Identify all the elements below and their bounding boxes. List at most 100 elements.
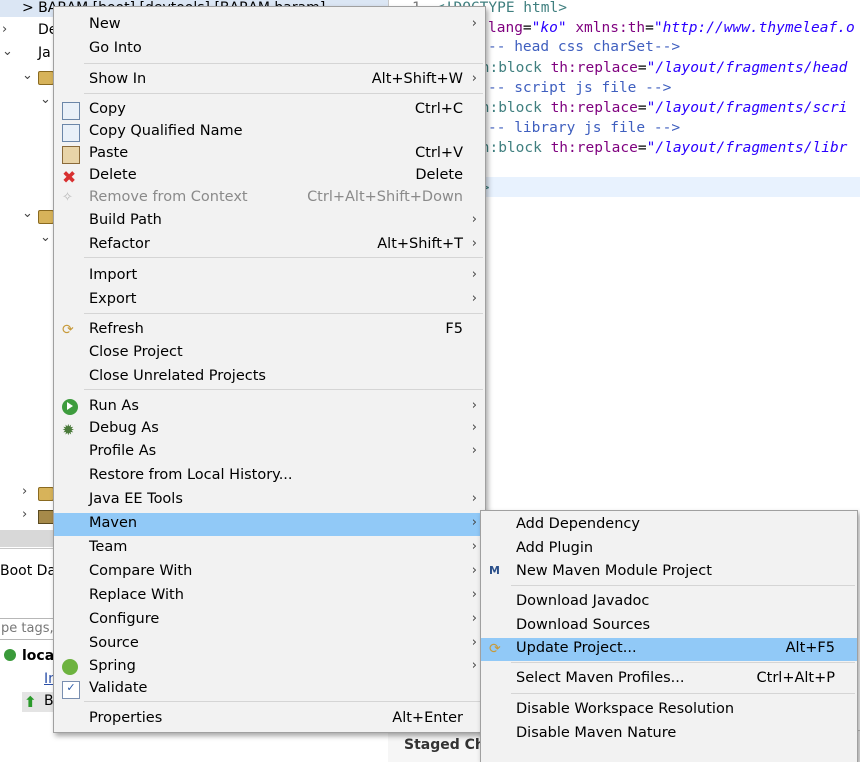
- menu-item-shortcut: Ctrl+V: [415, 145, 463, 161]
- menu-item-java-ee-tools[interactable]: Java EE Tools ›: [54, 489, 485, 512]
- menu-item-build-path[interactable]: Build Path ›: [54, 210, 485, 233]
- menu-item-label: Disable Workspace Resolution: [516, 701, 735, 717]
- menu-item-new-maven-module-project[interactable]: M New Maven Module Project: [481, 561, 857, 584]
- menu-item-label: Paste: [89, 145, 129, 161]
- menu-item-label: Build Path: [89, 212, 162, 228]
- menu-item-label: Source: [89, 635, 139, 651]
- boot-dashboard-tab[interactable]: Boot Da: [0, 563, 56, 579]
- menu-item-maven[interactable]: Maven ›: [54, 513, 485, 536]
- project-context-menu: New › Go Into Show In Alt+Shift+W › Copy Ctrl+C…: [53, 6, 486, 733]
- menu-item-properties[interactable]: Properties Alt+Enter: [54, 708, 485, 731]
- submenu-arrow-icon: ›: [471, 515, 477, 530]
- collapse-chevron-icon[interactable]: ⌄: [22, 206, 33, 221]
- menu-item-label: Select Maven Profiles...: [516, 670, 685, 686]
- menu-item-label: Properties: [89, 710, 163, 726]
- menu-item-shortcut: Ctrl+C: [414, 101, 463, 117]
- menu-item-shortcut: Alt+Enter: [392, 710, 463, 726]
- submenu-arrow-icon: ›: [471, 443, 477, 458]
- submenu-arrow-icon: ›: [471, 212, 477, 227]
- menu-item-disable-maven-nature[interactable]: Disable Maven Nature: [481, 723, 857, 746]
- package-folder-icon: [38, 210, 54, 224]
- menu-item-team[interactable]: Team ›: [54, 537, 485, 560]
- code-token: =: [637, 140, 647, 156]
- menu-item-close-unrelated-projects[interactable]: Close Unrelated Projects: [54, 366, 485, 389]
- menu-separator: [84, 701, 483, 702]
- menu-item-paste[interactable]: Paste Ctrl+V: [54, 143, 485, 166]
- menu-item-refresh[interactable]: ⟳ Refresh F5: [54, 319, 485, 342]
- code-token: "/layout/fragments/libr: [646, 140, 848, 156]
- menu-item-spring[interactable]: Spring ›: [54, 656, 485, 679]
- menu-separator: [84, 93, 483, 94]
- menu-item-label: Go Into: [89, 40, 142, 56]
- expand-chevron-icon[interactable]: ›: [22, 507, 27, 522]
- menu-item-replace-with[interactable]: Replace With ›: [54, 585, 485, 608]
- menu-item-import[interactable]: Import ›: [54, 265, 485, 288]
- submenu-arrow-icon: ›: [471, 587, 477, 602]
- menu-item-compare-with[interactable]: Compare With ›: [54, 561, 485, 584]
- code-token: -- head css charSet-->: [488, 39, 681, 55]
- submenu-arrow-icon: ›: [471, 267, 477, 282]
- menu-item-delete[interactable]: ✖ Delete Delete: [54, 165, 485, 188]
- package-folder-icon: [38, 71, 54, 85]
- code-token: "/layout/fragments/head: [646, 60, 848, 76]
- menu-item-export[interactable]: Export ›: [54, 289, 485, 312]
- run-icon: [62, 399, 78, 415]
- menu-separator: [511, 662, 855, 663]
- menu-item-close-project[interactable]: Close Project: [54, 342, 485, 365]
- menu-separator: [84, 313, 483, 314]
- menu-item-add-dependency[interactable]: Add Dependency: [481, 514, 857, 537]
- expand-chevron-icon[interactable]: ›: [22, 484, 27, 499]
- local-target-row[interactable]: loca: [4, 648, 54, 664]
- submenu-arrow-icon: ›: [471, 491, 477, 506]
- menu-item-restore-from-local-history[interactable]: Restore from Local History...: [54, 465, 485, 488]
- menu-item-label: Disable Maven Nature: [516, 725, 677, 741]
- collapse-chevron-icon[interactable]: ⌄: [2, 44, 13, 59]
- code-token: "ko": [531, 20, 567, 36]
- expand-chevron-icon[interactable]: ›: [2, 22, 7, 37]
- explorer-horizontal-scrollbar[interactable]: [0, 530, 58, 547]
- copy-qualified-name-icon: [62, 124, 80, 142]
- code-token: th:replace: [550, 60, 638, 76]
- menu-item-shortcut: Ctrl+Alt+P: [756, 670, 835, 686]
- menu-item-go-into[interactable]: Go Into: [54, 38, 485, 61]
- tree-item-java[interactable]: Ja: [38, 45, 51, 61]
- menu-item-add-plugin[interactable]: Add Plugin: [481, 538, 857, 561]
- menu-item-label: Add Plugin: [516, 540, 594, 556]
- collapse-chevron-icon[interactable]: ⌄: [40, 92, 51, 107]
- submenu-arrow-icon: ›: [471, 236, 477, 251]
- menu-item-label: Import: [89, 267, 138, 283]
- menu-item-update-project[interactable]: ⟳ Update Project... Alt+F5: [481, 638, 857, 661]
- local-label: loca: [22, 648, 55, 664]
- menu-item-copy[interactable]: Copy Ctrl+C: [54, 99, 485, 122]
- menu-item-label: Add Dependency: [516, 516, 640, 532]
- menu-item-source[interactable]: Source ›: [54, 633, 485, 656]
- menu-item-new[interactable]: New ›: [54, 14, 485, 37]
- menu-separator: [84, 63, 483, 64]
- menu-item-configure[interactable]: Configure ›: [54, 609, 485, 632]
- submenu-arrow-icon: ›: [471, 611, 477, 626]
- library-folder-icon: [38, 510, 54, 524]
- code-token: xmlns:th: [575, 20, 646, 36]
- menu-item-select-maven-profiles[interactable]: Select Maven Profiles... Ctrl+Alt+P: [481, 668, 857, 691]
- menu-item-show-in[interactable]: Show In Alt+Shift+W ›: [54, 69, 485, 92]
- local-status-icon: [4, 649, 16, 661]
- menu-item-profile-as[interactable]: Profile As ›: [54, 441, 485, 464]
- menu-item-label: Export: [89, 291, 137, 307]
- code-line: th:block th:replace="/layout/fragments/s…: [472, 98, 847, 118]
- menu-item-disable-workspace-resolution[interactable]: Disable Workspace Resolution: [481, 699, 857, 722]
- collapse-chevron-icon[interactable]: ⌄: [22, 68, 33, 83]
- collapse-chevron-icon[interactable]: ⌄: [40, 230, 51, 245]
- menu-item-label: New: [89, 16, 121, 32]
- menu-item-copy-qualified-name[interactable]: Copy Qualified Name: [54, 121, 485, 144]
- menu-separator: [84, 389, 483, 390]
- menu-item-shortcut: Ctrl+Alt+Shift+Down: [307, 189, 463, 205]
- code-line: th:block th:replace="/layout/fragments/l…: [472, 138, 847, 158]
- menu-item-debug-as[interactable]: ✹ Debug As ›: [54, 418, 485, 441]
- menu-item-validate[interactable]: ✓ Validate: [54, 678, 485, 701]
- menu-item-refactor[interactable]: Refactor Alt+Shift+T ›: [54, 234, 485, 257]
- menu-item-download-sources[interactable]: Download Sources: [481, 615, 857, 638]
- menu-item-download-javadoc[interactable]: Download Javadoc: [481, 591, 857, 614]
- menu-item-run-as[interactable]: Run As ›: [54, 396, 485, 419]
- submenu-arrow-icon: ›: [471, 658, 477, 673]
- code-token: th:replace: [550, 100, 638, 116]
